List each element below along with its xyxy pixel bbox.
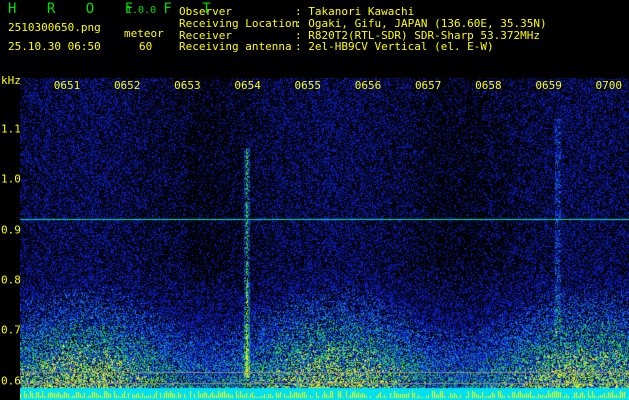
y-tick-label: 1.1 — [1, 122, 21, 136]
x-tick-label: 0700 — [595, 79, 623, 92]
x-tick-label: 0652 — [113, 79, 141, 92]
y-tick-label: 0.8 — [1, 273, 21, 287]
y-tick-label: 1.0 — [1, 172, 21, 186]
x-tick-label: 0653 — [174, 79, 201, 92]
x-tick-label: 0651 — [53, 79, 81, 92]
x-tick-label: 0655 — [294, 79, 322, 92]
x-tick-label: 0658 — [475, 79, 502, 92]
y-axis-unit: kHz — [1, 74, 21, 87]
x-tick-label: 0654 — [234, 79, 261, 92]
x-tick-label: 0657 — [414, 79, 442, 92]
spectrogram — [20, 78, 629, 400]
info-label-location: Receiving Location — [179, 17, 299, 30]
meteor-count: 60 — [139, 40, 153, 53]
x-tick-label: 0656 — [354, 79, 382, 92]
app-version: 1.0.0 — [126, 5, 157, 16]
meteor-label: meteor — [124, 27, 164, 40]
y-tick-label: 0.7 — [1, 323, 21, 337]
y-tick-label: 0.6 — [1, 374, 21, 387]
info-label-observer: Observer — [179, 5, 232, 18]
file-name: 2510300650.png — [8, 21, 101, 34]
info-value-observer: : Takanori Kawachi — [295, 5, 415, 18]
info-value-location: : Ogaki, Gifu, JAPAN (136.60E, 35.35N) — [295, 17, 547, 30]
file-datetime: 25.10.30 06:50 — [8, 40, 101, 53]
info-label-antenna: Receiving antenna — [179, 40, 292, 53]
x-tick-label: 0659 — [535, 79, 562, 92]
info-value-antenna: : 2el-HB9CV Vertical (el. E-W) — [295, 40, 494, 53]
y-tick-label: 0.9 — [1, 223, 21, 237]
